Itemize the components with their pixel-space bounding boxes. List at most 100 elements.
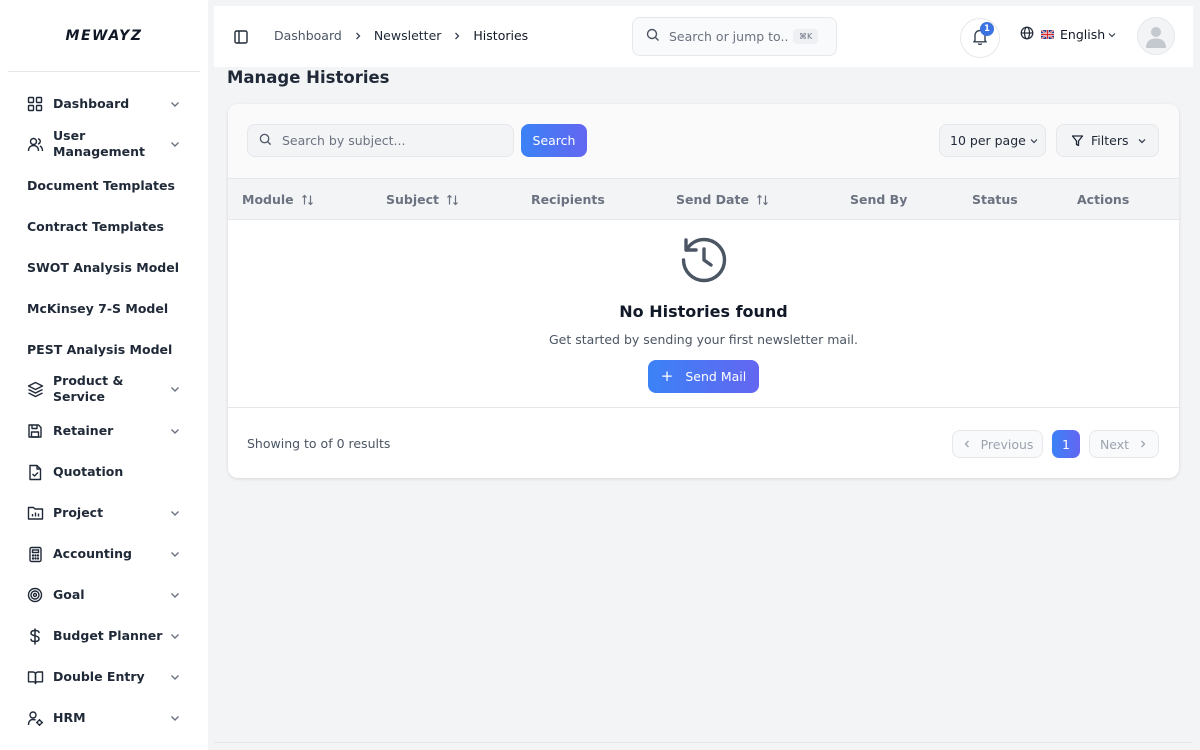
search-button[interactable]: Search [521, 124, 587, 157]
global-search-input[interactable] [669, 29, 789, 44]
send-mail-button[interactable]: + Send Mail [648, 360, 759, 393]
empty-title: No Histories found [619, 302, 788, 321]
history-icon [681, 237, 727, 283]
chevron-down-icon [168, 547, 182, 561]
search-icon [646, 27, 660, 46]
sidebar-item-label: Retainer [53, 423, 114, 438]
sidebar-item-accounting[interactable]: Accounting [26, 545, 190, 563]
sidebar-item-label: SWOT Analysis Model [27, 260, 179, 275]
previous-page-button[interactable]: Previous [952, 430, 1043, 458]
sort-icon[interactable] [446, 194, 459, 206]
column-send-date[interactable]: Send Date [676, 192, 769, 207]
filter-icon [1071, 134, 1084, 147]
sidebar-item-label: HRM [53, 710, 86, 725]
page-button-current[interactable]: 1 [1052, 430, 1080, 458]
folder-chart-icon [26, 504, 44, 522]
sidebar-item-label: User Management [53, 128, 146, 159]
target-icon [26, 586, 44, 604]
calculator-icon [26, 545, 44, 563]
column-label: Subject [386, 192, 439, 207]
filters-button[interactable]: Filters [1056, 124, 1159, 157]
breadcrumb-histories: Histories [473, 28, 529, 43]
notification-badge: 1 [980, 22, 994, 36]
sidebar-item-label: Accounting [53, 546, 132, 561]
sidebar-item-retainer[interactable]: Retainer [26, 422, 190, 440]
sidebar-item-dashboard[interactable]: Dashboard [26, 95, 190, 113]
sidebar-item-label: Document Templates [27, 178, 175, 193]
search-shortcut: ⌘K [793, 29, 819, 44]
sidebar-item-label: Budget Planner [53, 628, 163, 643]
book-icon [26, 668, 44, 686]
sidebar-item-document-templates[interactable]: Document Templates [26, 178, 190, 194]
chevron-down-icon [1107, 30, 1117, 40]
logo[interactable]: MEWAYZ [8, 0, 200, 72]
file-check-icon [26, 463, 44, 481]
language-selector[interactable]: English [1020, 26, 1117, 43]
sidebar-item-contract-templates[interactable]: Contract Templates [26, 219, 190, 235]
send-mail-label: Send Mail [685, 369, 747, 384]
sidebar-item-label: PEST Analysis Model [27, 342, 173, 357]
empty-subtitle: Get started by sending your first newsle… [549, 332, 858, 347]
breadcrumb: Dashboard Newsletter Histories [274, 28, 528, 43]
user-cog-icon [26, 709, 44, 727]
sidebar-item-label: McKinsey 7-S Model [27, 301, 169, 316]
sidebar-item-label: Contract Templates [27, 219, 164, 234]
column-label: Send By [850, 192, 908, 207]
chevron-down-icon [168, 588, 182, 602]
sidebar-item-product-service[interactable]: Product & Service [26, 373, 190, 405]
top-bar: Dashboard Newsletter Histories ⌘K 1 Engl… [214, 6, 1193, 67]
global-search[interactable]: ⌘K [632, 17, 837, 56]
next-page-button[interactable]: Next [1089, 430, 1159, 458]
sidebar-item-pest-analysis[interactable]: PEST Analysis Model [26, 342, 190, 358]
users-icon [26, 135, 44, 153]
chevron-down-icon [168, 424, 182, 438]
per-page-value: 10 per page [950, 133, 1026, 148]
subject-search[interactable] [247, 124, 514, 157]
filters-label: Filters [1091, 133, 1129, 148]
user-avatar-icon [1146, 27, 1166, 48]
column-label: Module [242, 192, 294, 207]
plus-icon: + [660, 367, 674, 385]
column-send-by: Send By [850, 192, 907, 207]
sidebar-item-mckinsey-7s[interactable]: McKinsey 7-S Model [26, 301, 190, 317]
chevron-down-icon [168, 382, 182, 396]
card-toolbar: Search 10 per page Filters [228, 104, 1179, 178]
breadcrumb-newsletter[interactable]: Newsletter [374, 28, 442, 43]
breadcrumb-dashboard[interactable]: Dashboard [274, 28, 342, 43]
sort-icon[interactable] [301, 194, 314, 206]
dollar-icon [26, 627, 44, 645]
column-subject[interactable]: Subject [386, 192, 459, 207]
sort-icon[interactable] [756, 194, 769, 206]
sidebar-item-user-management[interactable]: User Management [26, 128, 190, 160]
language-label: English [1060, 27, 1106, 42]
column-label: Send Date [676, 192, 749, 207]
subject-search-input[interactable] [282, 133, 502, 148]
sidebar-item-goal[interactable]: Goal [26, 586, 190, 604]
empty-state: No Histories found Get started by sendin… [228, 220, 1179, 408]
column-module[interactable]: Module [242, 192, 314, 207]
sidebar-item-project[interactable]: Project [26, 504, 190, 522]
search-icon [259, 131, 272, 150]
histories-card: Search 10 per page Filters Module Subjec… [228, 104, 1179, 478]
chevron-down-icon [1029, 136, 1039, 146]
sidebar-item-label: Project [53, 505, 104, 520]
sidebar-item-double-entry[interactable]: Double Entry [26, 668, 190, 686]
column-label: Actions [1077, 192, 1130, 207]
sidebar-item-budget-planner[interactable]: Budget Planner [26, 627, 190, 645]
chevron-down-icon [168, 97, 182, 111]
notifications-button[interactable]: 1 [960, 18, 1000, 58]
globe-icon [1020, 26, 1034, 43]
chevron-down-icon [168, 629, 182, 643]
sidebar-item-label: Goal [53, 587, 85, 602]
chevron-down-icon [168, 137, 182, 151]
per-page-select[interactable]: 10 per page [939, 124, 1046, 157]
sidebar-item-hrm[interactable]: HRM [26, 709, 190, 727]
sidebar-item-swot-analysis[interactable]: SWOT Analysis Model [26, 260, 190, 276]
sidebar-item-quotation[interactable]: Quotation [26, 463, 190, 481]
next-label: Next [1099, 436, 1130, 452]
save-icon [26, 422, 44, 440]
avatar[interactable] [1137, 17, 1175, 55]
sidebar-toggle-icon[interactable] [232, 28, 250, 46]
logo-text: MEWAYZ [65, 27, 143, 44]
layers-icon [26, 380, 44, 398]
